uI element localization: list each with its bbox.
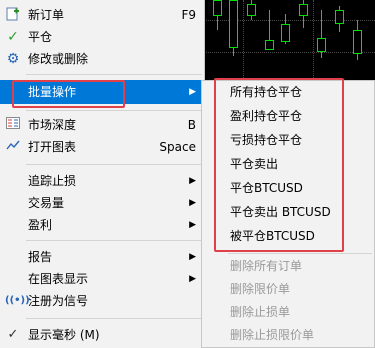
- submenu-item-delete-all-orders: 删除所有订单: [202, 255, 374, 278]
- menu-item-profit[interactable]: 盈利 ▶: [0, 214, 204, 236]
- signal-icon: ((•)): [5, 295, 30, 306]
- submenu-item-delete-stop-limit-orders: 删除止损限价单: [202, 324, 374, 347]
- shortcut-label: B: [187, 118, 196, 132]
- submenu-item-label: 删除所有订单: [230, 259, 303, 273]
- submenu-item-label: 删除限价单: [230, 282, 291, 296]
- menu-item-label: 在图表显示: [28, 272, 89, 286]
- chart-gridline: [313, 0, 314, 88]
- menu-item-label: 打开图表: [28, 140, 77, 154]
- submenu-arrow-icon: ▶: [189, 176, 196, 186]
- price-chart: [203, 0, 375, 88]
- shortcut-label: F9: [181, 8, 196, 22]
- menu-item-market-depth[interactable]: 市场深度 B: [0, 114, 204, 136]
- menu-separator: [228, 253, 372, 254]
- shortcut-label: Space: [159, 140, 196, 154]
- new-order-icon: [5, 7, 21, 23]
- menu-separator: [26, 74, 202, 75]
- menu-separator: [26, 240, 202, 241]
- menu-item-label: 注册为信号: [28, 294, 89, 308]
- submenu-arrow-icon: ▶: [189, 87, 196, 97]
- menu-item-modify-delete[interactable]: ⚙ 修改或删除: [0, 48, 204, 70]
- menu-item-register-signal[interactable]: ((•)) 注册为信号: [0, 290, 204, 312]
- annotation-box: [214, 78, 344, 252]
- submenu-item-delete-stop-orders: 删除止损单: [202, 301, 374, 324]
- market-depth-icon: [5, 117, 21, 133]
- menu-separator: [26, 318, 202, 319]
- submenu-arrow-icon: ▶: [189, 252, 196, 262]
- menu-item-label: 追踪止损: [28, 174, 77, 188]
- submenu-arrow-icon: ▶: [189, 220, 196, 230]
- chart-line-icon: [5, 139, 21, 155]
- menu-item-show-milliseconds[interactable]: ✓ 显示毫秒 (M): [0, 324, 204, 346]
- menu-item-new-order[interactable]: 新订单 F9: [0, 4, 204, 26]
- gear-icon: ⚙: [6, 51, 20, 67]
- menu-item-show-on-chart[interactable]: 在图表显示 ▶: [0, 268, 204, 290]
- checkmark-icon: ✓: [7, 29, 19, 45]
- menu-separator: [26, 110, 202, 111]
- menu-item-label: 市场深度: [28, 118, 77, 132]
- menu-item-label: 交易量: [28, 196, 65, 210]
- menu-item-close-position[interactable]: ✓ 平仓: [0, 26, 204, 48]
- menu-item-label: 盈利: [28, 218, 53, 232]
- menu-item-open-chart[interactable]: 打开图表 Space: [0, 136, 204, 158]
- menu-item-label: 新订单: [28, 8, 65, 22]
- submenu-item-label: 删除止损限价单: [230, 328, 315, 342]
- submenu-item-label: 删除止损单: [230, 305, 291, 319]
- submenu-item-delete-limit-orders: 删除限价单: [202, 278, 374, 301]
- submenu-arrow-icon: ▶: [189, 198, 196, 208]
- chart-gridline: [243, 0, 244, 88]
- submenu-arrow-icon: ▶: [189, 274, 196, 284]
- menu-item-label: 平仓: [28, 30, 53, 44]
- menu-item-trailing-stop[interactable]: 追踪止损 ▶: [0, 170, 204, 192]
- context-menu: 新订单 F9 ✓ 平仓 ⚙ 修改或删除 批量操作 ▶ 市场深度 B 打开图表 S…: [0, 0, 205, 348]
- menu-item-label: 显示毫秒 (M): [28, 328, 100, 342]
- menu-item-label: 报告: [28, 250, 53, 264]
- menu-separator: [26, 164, 202, 165]
- annotation-box: [12, 80, 125, 108]
- menu-item-volume[interactable]: 交易量 ▶: [0, 192, 204, 214]
- menu-item-label: 修改或删除: [28, 52, 89, 66]
- chart-gridline: [203, 52, 375, 53]
- menu-item-report[interactable]: 报告 ▶: [0, 246, 204, 268]
- checkmark-icon: ✓: [7, 327, 19, 342]
